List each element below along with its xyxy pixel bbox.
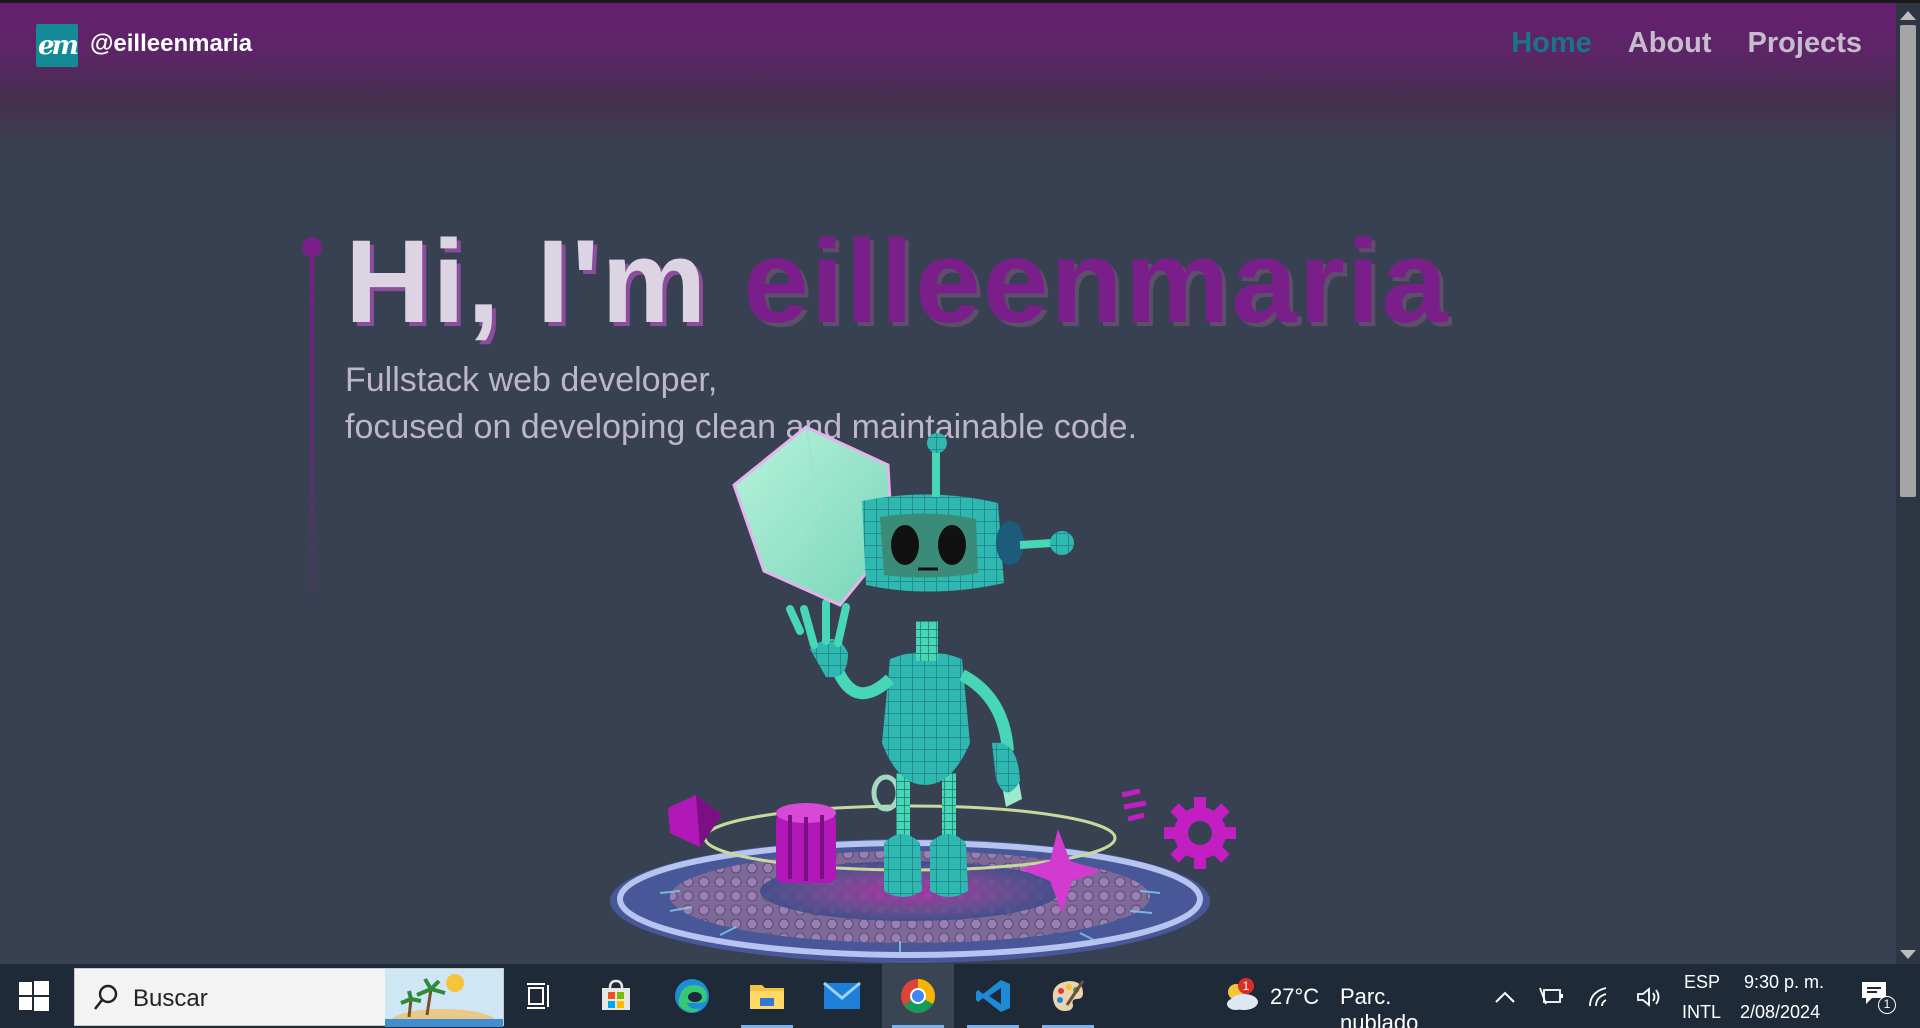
task-view-icon — [527, 983, 549, 1009]
taskbar-vscode-button[interactable] — [957, 964, 1029, 1028]
notification-center-button[interactable]: 1 — [1856, 964, 1916, 1028]
keyboard-layout: INTL — [1682, 1002, 1722, 1022]
timeline-line — [310, 247, 314, 627]
mail-icon — [823, 981, 861, 1009]
vertical-scrollbar[interactable] — [1896, 3, 1920, 964]
edge-icon — [675, 979, 709, 1013]
taskbar-edge-button[interactable] — [656, 964, 728, 1028]
taskbar-mail-button[interactable] — [806, 964, 878, 1028]
volume-icon[interactable] — [1636, 986, 1662, 1008]
taskbar-store-button[interactable] — [580, 964, 652, 1028]
wifi-icon[interactable] — [1588, 986, 1614, 1008]
store-icon — [602, 979, 630, 1010]
nav-projects-link[interactable]: Projects — [1748, 27, 1862, 60]
search-icon — [93, 984, 118, 1010]
search-placeholder: Buscar — [133, 985, 208, 1012]
nav-home-link[interactable]: Home — [1511, 27, 1592, 60]
browser-viewport: em @eilleenmaria Home About Projects Hi,… — [0, 0, 1920, 964]
battery-icon[interactable] — [1538, 986, 1564, 1006]
nav-about-link[interactable]: About — [1628, 27, 1712, 60]
taskbar: Buscar 1 27°C Parc. nublado ESP INTL 9:3… — [0, 964, 1920, 1028]
clock[interactable]: 9:30 p. m. 2/08/2024 — [1736, 964, 1832, 1028]
weather-temperature: 27°C — [1270, 984, 1320, 1009]
taskbar-chrome-button[interactable] — [882, 964, 954, 1028]
taskbar-search[interactable]: Buscar — [74, 968, 504, 1027]
language-indicator[interactable]: ESP INTL — [1680, 964, 1722, 1028]
weather-description: Parc. nublado — [1340, 984, 1419, 1028]
logo-text: em — [37, 30, 79, 61]
chrome-icon — [901, 979, 935, 1013]
scrollbar-thumb[interactable] — [1900, 25, 1916, 497]
taskbar-explorer-button[interactable] — [731, 964, 803, 1028]
clock-date: 2/08/2024 — [1740, 1002, 1821, 1022]
clock-time: 9:30 p. m. — [1744, 972, 1825, 992]
hero-name: eilleenmaria — [743, 216, 1450, 348]
logo-badge[interactable]: em — [36, 24, 79, 67]
windows-start-icon[interactable] — [18, 980, 50, 1012]
chevron-up-icon[interactable] — [1494, 990, 1516, 1004]
hero-greeting: Hi, I'm — [345, 216, 709, 348]
scroll-down-icon[interactable] — [1900, 950, 1916, 959]
language-code: ESP — [1684, 972, 1721, 992]
taskbar-paint-button[interactable] — [1032, 964, 1104, 1028]
file-explorer-icon — [750, 985, 784, 1009]
main-nav: Home About Projects — [1511, 27, 1862, 60]
search-highlight-island-icon — [385, 969, 503, 1027]
hero-subtitle-line1: Fullstack web developer, — [345, 361, 718, 399]
paint-icon — [1052, 980, 1085, 1011]
vscode-icon — [976, 980, 1010, 1012]
scroll-up-icon[interactable] — [1900, 11, 1916, 20]
brand-name[interactable]: @eilleenmaria — [90, 30, 252, 58]
hero-title: Hi, I'm eilleenmaria — [345, 223, 1449, 341]
weather-alert-badge: 1 — [1238, 978, 1254, 994]
task-view-button[interactable] — [505, 964, 577, 1028]
taskbar-weather-widget[interactable]: 1 27°C Parc. nublado — [1218, 964, 1458, 1028]
robot-3d-scene[interactable] — [600, 413, 1300, 964]
notification-count-badge: 1 — [1878, 996, 1896, 1014]
